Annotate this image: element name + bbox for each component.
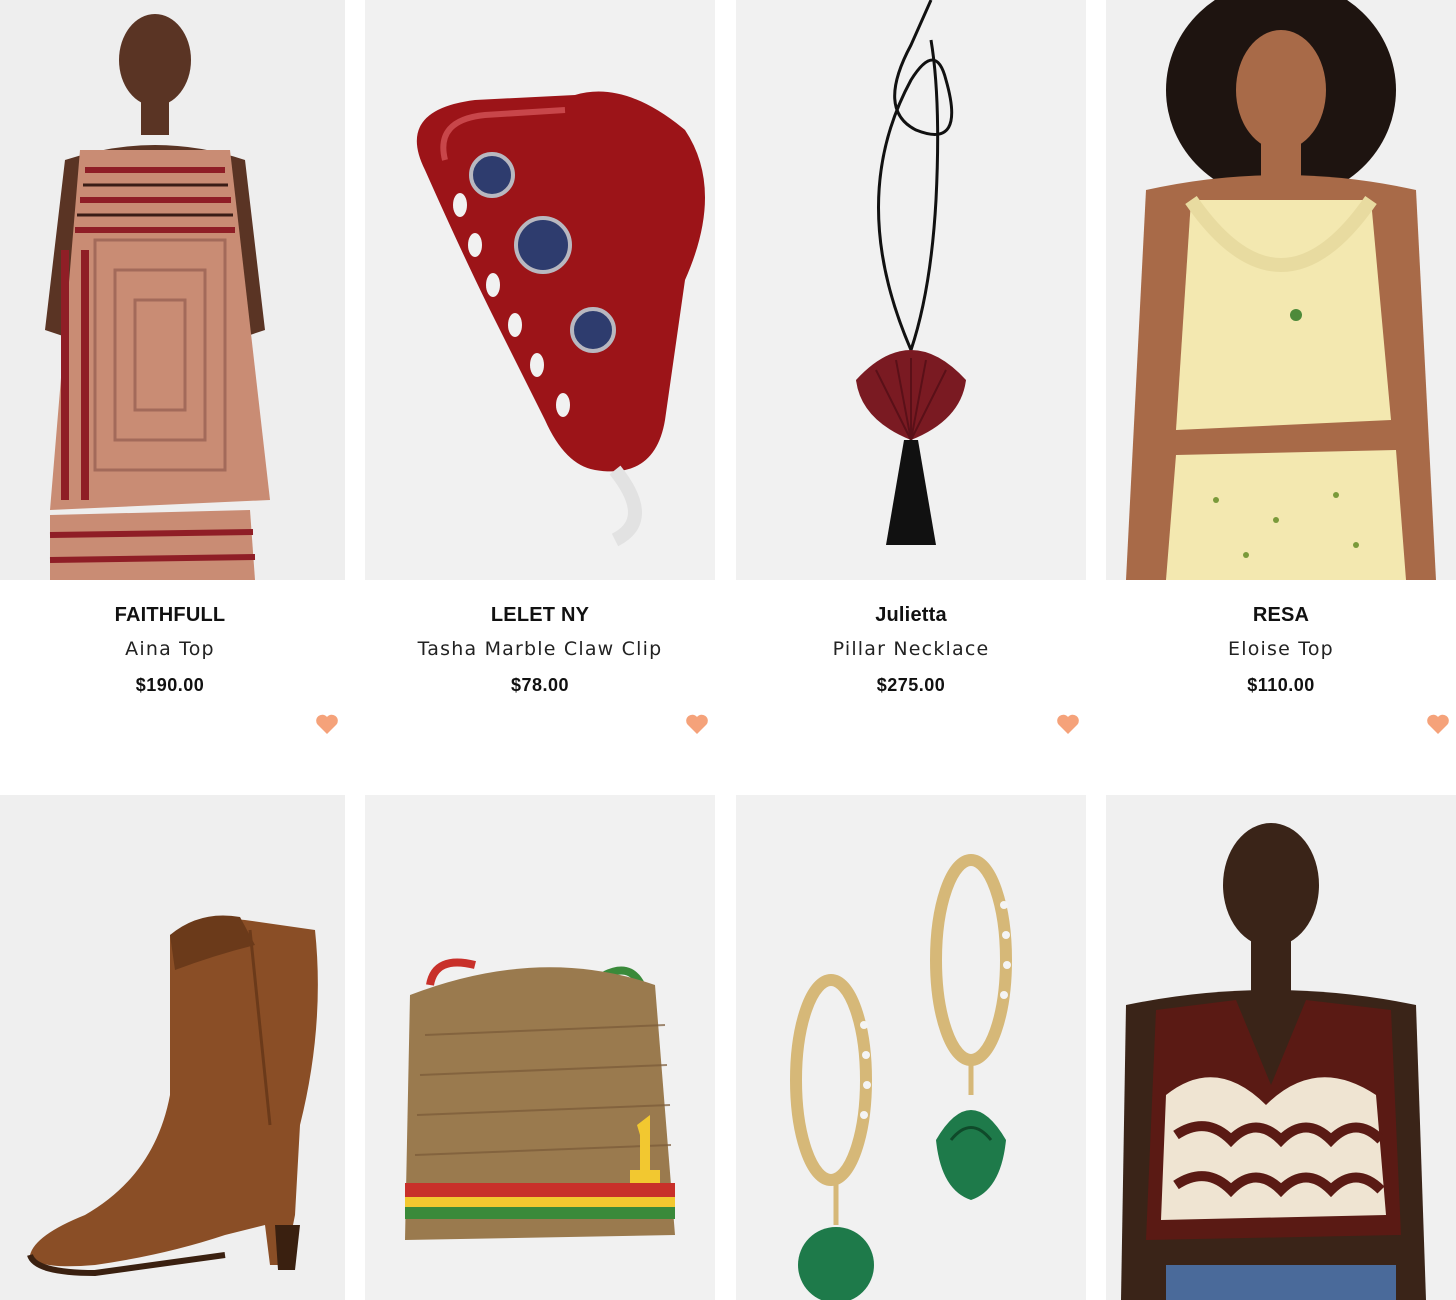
product-brand[interactable]: Julietta (736, 604, 1086, 627)
product-name[interactable]: Tasha Marble Claw Clip (365, 638, 715, 660)
product-info: Julietta Pillar Necklace $275.00 (736, 580, 1086, 795)
product-price: $275.00 (876, 675, 946, 695)
product-name[interactable]: Pillar Necklace (736, 638, 1086, 660)
heart-icon[interactable] (1056, 713, 1080, 735)
heart-icon[interactable] (1426, 713, 1450, 735)
product-price: $110.00 (1247, 675, 1315, 695)
product-brand[interactable]: FAITHFULL (0, 604, 345, 627)
product-grid: FAITHFULL Aina Top $190.00 LELET NY Tash… (0, 0, 1456, 1300)
product-image-claw-clip[interactable] (365, 0, 715, 580)
heart-icon[interactable] (685, 713, 709, 735)
product-image-shell-necklace[interactable] (736, 0, 1086, 580)
product-price: $190.00 (135, 675, 205, 695)
product-image-western-boot[interactable] (0, 795, 345, 1300)
product-name[interactable]: Eloise Top (1106, 638, 1456, 660)
product-image-monogram-bag[interactable] (365, 795, 715, 1300)
product-brand[interactable]: LELET NY (365, 604, 715, 627)
product-info: FAITHFULL Aina Top $190.00 (0, 580, 345, 795)
product-image-malachite-earrings[interactable] (736, 795, 1086, 1300)
product-image-striped-top[interactable] (0, 0, 345, 580)
product-name[interactable]: Aina Top (0, 638, 345, 660)
heart-icon[interactable] (315, 713, 339, 735)
product-info: LELET NY Tasha Marble Claw Clip $78.00 (365, 580, 715, 795)
product-image-knit-vest[interactable] (1106, 795, 1456, 1300)
product-brand[interactable]: RESA (1106, 604, 1456, 627)
product-image-lace-top[interactable] (1106, 0, 1456, 580)
product-price: $78.00 (510, 675, 570, 695)
product-info: RESA Eloise Top $110.00 (1106, 580, 1456, 795)
